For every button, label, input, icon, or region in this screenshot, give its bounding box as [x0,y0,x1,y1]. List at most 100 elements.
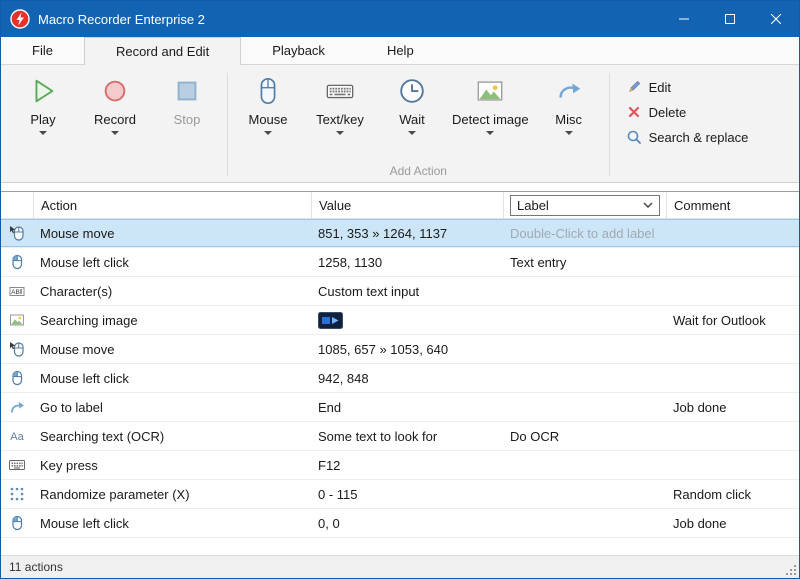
row-action-icon [1,399,33,415]
comment-cell: Job done [666,400,799,415]
ribbon-table-gap [1,183,799,191]
maximize-button[interactable] [707,1,753,37]
wait-label: Wait [399,112,425,127]
record-icon [99,75,131,107]
record-button[interactable]: Record [79,67,151,162]
pencil-icon [626,79,642,95]
wait-dropdown-arrow-icon[interactable] [408,131,416,135]
action-cell: Key press [33,458,311,473]
image-icon [474,75,506,107]
record-dropdown-arrow-icon[interactable] [111,131,119,135]
window-controls [661,1,799,37]
table-row[interactable]: Key press F12 [1,451,799,480]
misc-button[interactable]: Misc [533,67,605,162]
detect-image-button[interactable]: Detect image [448,67,533,162]
row-action-icon [1,486,33,502]
table-header: Action Value Label Comment [1,192,799,219]
table-row[interactable]: Randomize parameter (X) 0 - 115 Random c… [1,480,799,509]
value-cell: Custom text input [311,284,503,299]
search-replace-button[interactable]: Search & replace [626,129,749,145]
text-key-button[interactable]: Text/key [304,67,376,162]
delete-x-icon [626,104,642,120]
resize-grip-icon[interactable] [784,563,797,576]
value-cell: 1085, 657 » 1053, 640 [311,342,503,357]
wait-button[interactable]: Wait [376,67,448,162]
row-action-icon [1,312,33,328]
search-icon [626,129,642,145]
window-title: Macro Recorder Enterprise 2 [38,12,205,27]
play-dropdown-arrow-icon[interactable] [39,131,47,135]
close-button[interactable] [753,1,799,37]
delete-label: Delete [649,105,687,120]
edit-label: Edit [649,80,671,95]
row-action-icon [1,341,33,357]
mouse-dropdown-arrow-icon[interactable] [264,131,272,135]
edit-button[interactable]: Edit [626,79,749,95]
value-cell: F12 [311,458,503,473]
row-action-icon: AB [1,283,33,299]
status-bar: 11 actions [1,555,799,578]
tab-record-and-edit[interactable]: Record and Edit [84,37,241,65]
table-row[interactable]: Mouse move 851, 353 » 1264, 1137 Double-… [1,219,799,248]
value-cell: 0 - 115 [311,487,503,502]
tab-file[interactable]: File [1,37,84,64]
clock-icon [396,75,428,107]
mouse-icon [252,75,284,107]
action-cell: Mouse left click [33,516,311,531]
text-key-dropdown-arrow-icon[interactable] [336,131,344,135]
svg-text:AB: AB [11,289,20,296]
label-filter-combobox[interactable]: Label [510,195,660,216]
table-row[interactable]: Mouse left click 1258, 1130 Text entry [1,248,799,277]
stop-icon [171,75,203,107]
ribbon: Play Record Stop [1,65,799,183]
row-action-icon [1,515,33,531]
table-row[interactable]: AB Character(s) Custom text input [1,277,799,306]
action-column-header[interactable]: Action [33,192,311,218]
play-label: Play [30,112,55,127]
add-action-group: Mouse Text/key Wait Detect image [232,67,605,182]
search-replace-label: Search & replace [649,130,749,145]
play-button[interactable]: Play [7,67,79,162]
misc-arrow-icon [553,75,585,107]
table-row[interactable]: Go to label End Job done [1,393,799,422]
label-cell[interactable]: Text entry [503,255,666,270]
value-cell: 942, 848 [311,371,503,386]
edit-tools-group: Edit Delete Search & replace [614,67,753,182]
table-row[interactable]: Mouse move 1085, 657 » 1053, 640 [1,335,799,364]
action-cell: Mouse move [33,226,311,241]
record-label: Record [94,112,136,127]
table-row[interactable]: Searching image Wait for Outlook [1,306,799,335]
comment-cell: Job done [666,516,799,531]
delete-button[interactable]: Delete [626,104,749,120]
detect-image-dropdown-arrow-icon[interactable] [486,131,494,135]
action-cell: Searching text (OCR) [33,429,311,444]
row-action-icon [1,225,33,241]
table-row[interactable]: Aa Searching text (OCR) Some text to loo… [1,422,799,451]
table-row[interactable]: Mouse left click 942, 848 [1,364,799,393]
comment-column-header[interactable]: Comment [666,192,799,218]
action-cell: Mouse left click [33,371,311,386]
status-text: 11 actions [9,560,63,574]
action-cell: Go to label [33,400,311,415]
keyboard-icon [324,75,356,107]
label-combobox-value: Label [517,198,549,213]
row-action-icon [1,457,33,473]
value-column-header[interactable]: Value [311,192,503,218]
misc-dropdown-arrow-icon[interactable] [565,131,573,135]
tab-playback[interactable]: Playback [241,37,356,64]
minimize-button[interactable] [661,1,707,37]
title-bar: Macro Recorder Enterprise 2 [1,1,799,37]
add-action-group-label: Add Action [232,162,605,182]
misc-label: Misc [555,112,582,127]
stop-button: Stop [151,67,223,162]
icon-column-header[interactable] [1,192,33,218]
table-row[interactable]: Mouse left click 0, 0 Job done [1,509,799,538]
row-action-icon [1,254,33,270]
label-cell[interactable]: Do OCR [503,429,666,444]
label-cell[interactable]: Double-Click to add label [503,226,666,241]
tab-help[interactable]: Help [356,37,445,64]
mouse-button[interactable]: Mouse [232,67,304,162]
action-table-body: Mouse move 851, 353 » 1264, 1137 Double-… [1,219,799,555]
value-cell [311,312,503,329]
action-cell: Mouse move [33,342,311,357]
